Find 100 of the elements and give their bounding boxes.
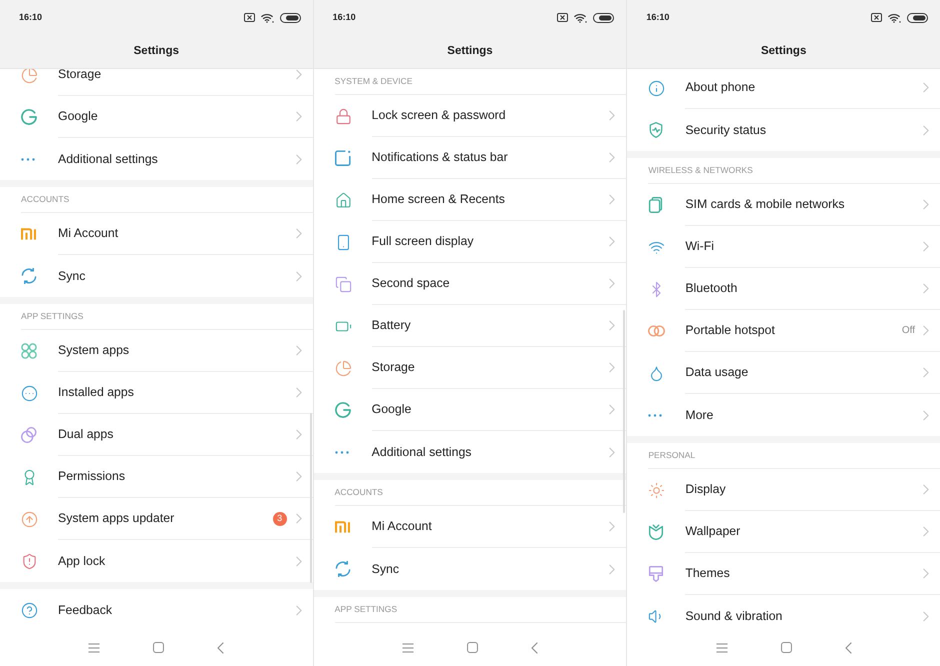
settings-item[interactable]: Display [685,480,726,499]
settings-item[interactable]: Battery [372,316,411,335]
info-icon [648,80,666,96]
chevron-right-icon [922,241,929,252]
settings-item[interactable]: Portable hotspot [685,321,775,340]
notification-badge: 3 [272,512,287,526]
chevron-right-icon [296,270,302,282]
settings-item[interactable]: Permissions [58,467,125,486]
settings-item[interactable]: Sound & vibration [685,606,782,626]
section-header: APP SETTINGS [334,603,398,616]
screen-title: Settings [134,44,180,59]
settings-item[interactable]: Feedback [58,600,112,620]
settings-item[interactable]: System apps [58,341,130,360]
settings-item[interactable]: Security status [685,120,766,140]
chevron-right-icon [922,526,929,537]
pie-chart-icon [21,69,38,84]
chevron-right-icon [922,325,929,336]
settings-item[interactable]: Google [372,400,412,419]
chevron-right-icon [609,362,616,373]
notification-icon [334,150,351,166]
back-icon[interactable] [217,642,224,654]
logo-icon [21,228,36,240]
ellipsis-circle-icon [21,384,38,402]
settings-item[interactable]: Additional settings [58,150,158,168]
section-header: ACCOUNTS [21,193,70,206]
back-icon[interactable] [844,642,852,654]
section-header: WIRELESS & NETWORKS [648,164,753,177]
settings-item[interactable]: Sync [372,560,399,578]
chevron-right-icon [296,556,302,566]
chevron-right-icon [922,367,929,378]
square-icon[interactable] [153,642,164,653]
chevron-right-icon [922,568,929,579]
menu-icon[interactable] [716,642,728,652]
paint-brush-icon [648,566,664,582]
settings-item[interactable]: Wi-Fi [685,237,714,256]
settings-item[interactable]: About phone [685,78,756,97]
settings-item[interactable]: App lock [58,552,106,570]
settings-item[interactable]: SIM cards & mobile networks [685,195,845,214]
settings-item[interactable]: Data usage [685,363,748,382]
sim-error-icon [244,13,255,22]
square-icon[interactable] [466,642,478,653]
grid-icon [21,343,37,359]
menu-icon[interactable] [402,642,414,652]
section-header: PERSONAL [648,449,696,462]
pie-chart-icon [334,360,352,376]
section-header: SYSTEM & DEVICE [334,75,412,88]
settings-item[interactable]: Mi Account [372,517,432,536]
settings-item[interactable]: Full screen display [372,232,474,251]
dots-icon [21,158,35,160]
lock-icon [334,108,352,124]
chevron-right-icon [922,610,929,622]
settings-item[interactable]: Wallpaper [685,522,740,541]
settings-item[interactable]: Themes [685,564,730,583]
shield-pulse-icon [648,122,664,138]
settings-item[interactable]: Sync [58,266,86,286]
chevron-right-icon [296,69,302,80]
back-icon[interactable] [530,642,538,654]
chevron-right-icon [922,199,929,210]
menu-icon[interactable] [88,642,100,652]
chevron-right-icon [609,521,616,532]
settings-item[interactable]: Storage [58,69,102,84]
chevron-right-icon [296,604,302,616]
screen-title: Settings [760,44,806,59]
settings-item[interactable]: Dual apps [58,425,114,444]
chevron-right-icon [609,564,616,574]
battery-icon [906,12,928,22]
sim-error-icon [870,13,882,22]
status-time: 16:10 [19,10,42,24]
chevron-right-icon [296,154,302,164]
chevron-right-icon [922,410,929,420]
chevron-right-icon [296,228,302,239]
settings-item[interactable]: Google [58,107,98,126]
chevron-right-icon [609,110,616,121]
overlapping-circles-icon [21,427,37,443]
square-icon[interactable] [780,642,792,653]
settings-item[interactable]: Mi Account [58,224,118,243]
chevron-right-icon [296,513,302,524]
logo-icon [334,521,350,533]
sim-card-icon [648,197,664,213]
shield-alert-icon [21,552,38,570]
screen-title: Settings [447,44,493,59]
chevron-right-icon [296,429,302,440]
settings-item[interactable]: System apps updater [58,509,174,528]
status-time: 16:10 [646,10,670,24]
settings-item[interactable]: More [685,406,714,424]
settings-item[interactable]: Second space [372,274,450,293]
section-header: ACCOUNTS [334,486,383,499]
battery-icon [280,12,301,22]
chevron-right-icon [609,236,616,247]
chevron-right-icon [609,278,616,289]
settings-item[interactable]: Additional settings [372,442,472,462]
settings-item[interactable]: Installed apps [58,383,134,402]
settings-item[interactable]: Bluetooth [685,279,738,298]
settings-item[interactable]: Storage [372,358,415,377]
wifi-icon [574,12,588,22]
sync-icon [21,268,37,284]
settings-item[interactable]: Lock screen & password [372,106,506,125]
settings-item[interactable]: Home screen & Recents [372,190,505,209]
settings-item[interactable]: Notifications & status bar [372,148,508,167]
chevron-right-icon [296,471,302,482]
